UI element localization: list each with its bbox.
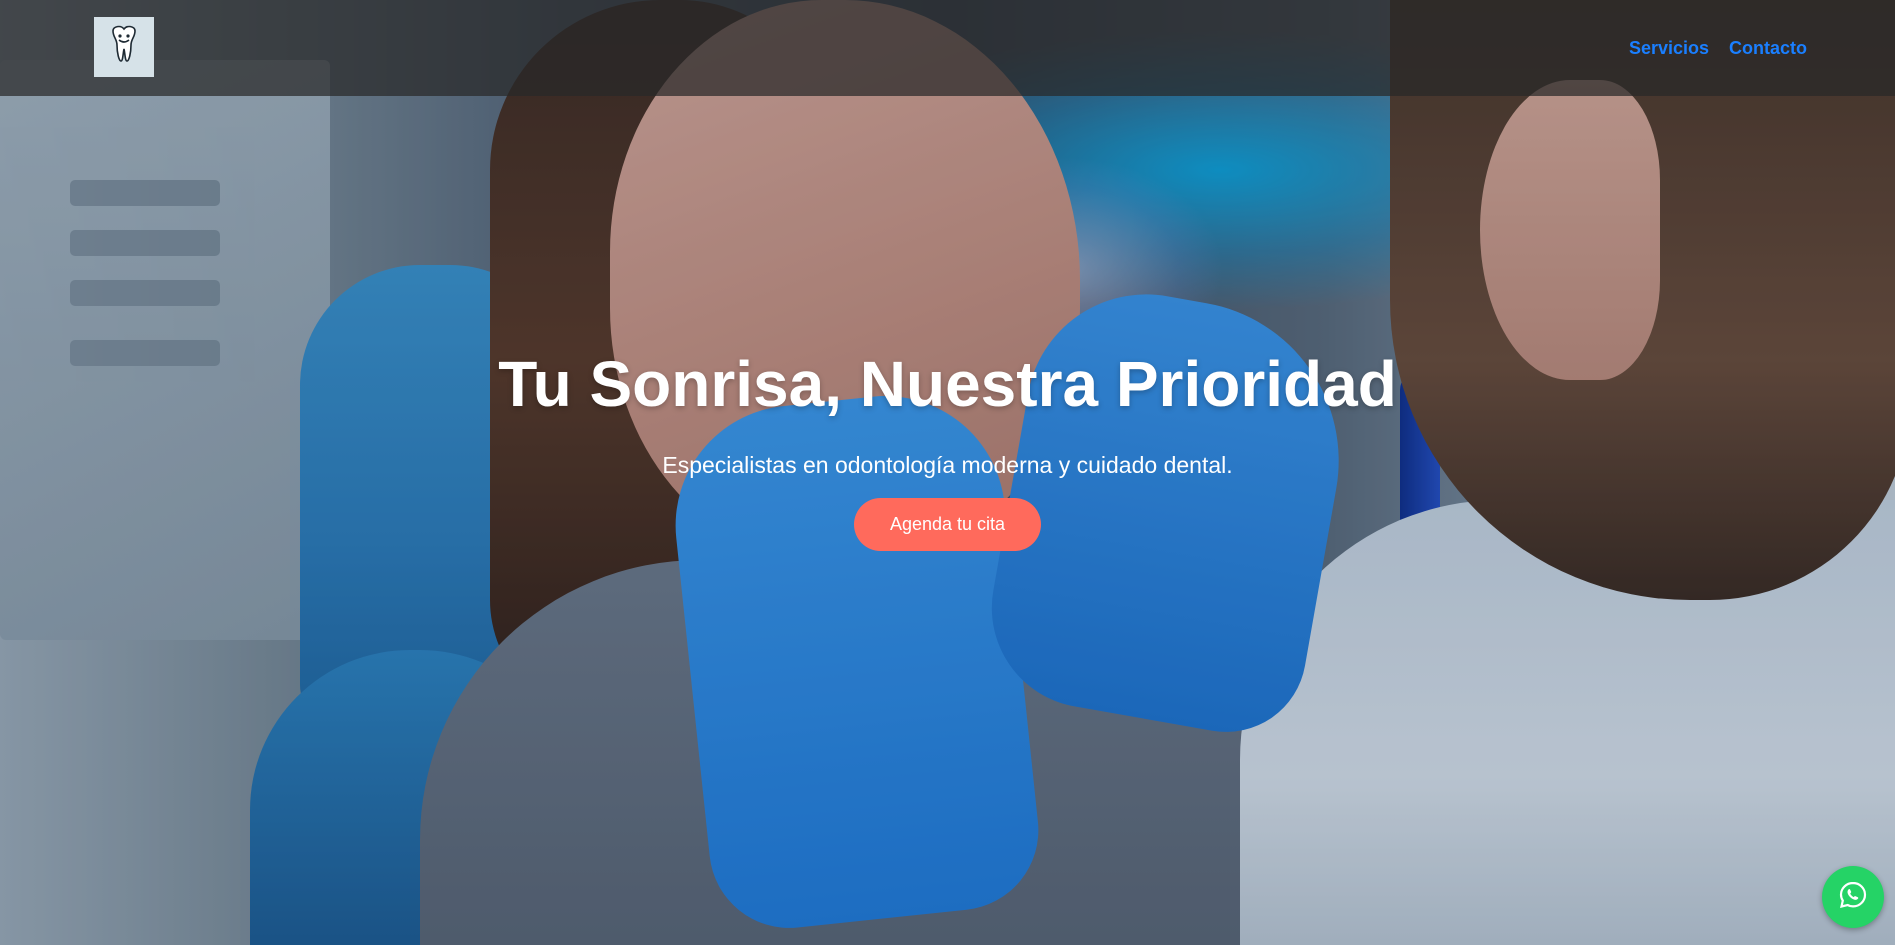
book-appointment-button[interactable]: Agenda tu cita [854, 498, 1041, 551]
main-nav: Servicios Contacto [1629, 38, 1807, 59]
whatsapp-icon [1838, 880, 1868, 915]
nav-link-contacto[interactable]: Contacto [1729, 38, 1807, 59]
tooth-logo-icon [107, 25, 141, 70]
hero-title: Tu Sonrisa, Nuestra Prioridad [498, 348, 1397, 420]
hero-section: Servicios Contacto Tu Sonrisa, Nuestra P… [0, 0, 1895, 945]
site-logo[interactable] [94, 17, 154, 77]
site-header: Servicios Contacto [0, 0, 1895, 96]
hero-content: Tu Sonrisa, Nuestra Prioridad Especialis… [0, 340, 1895, 551]
nav-link-servicios[interactable]: Servicios [1629, 38, 1709, 59]
hero-subtitle: Especialistas en odontología moderna y c… [662, 452, 1233, 478]
whatsapp-button[interactable] [1822, 866, 1884, 928]
